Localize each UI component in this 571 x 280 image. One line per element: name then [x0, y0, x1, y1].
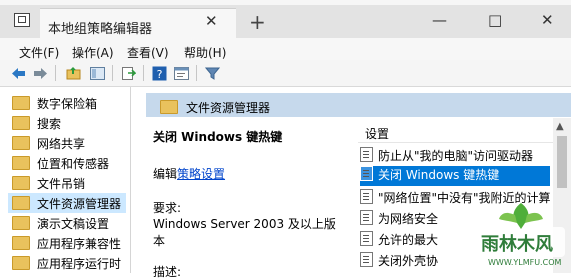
settings-column-label: 设置: [365, 127, 390, 141]
folder-icon: [160, 100, 178, 114]
tab-close-icon[interactable]: ✕: [205, 13, 218, 29]
folder-icon: [12, 176, 30, 190]
folder-icon: [12, 256, 30, 270]
svg-text:?: ?: [157, 68, 163, 81]
tree-item-digital-locker[interactable]: 数字保险箱: [12, 95, 97, 115]
close-button[interactable]: ✕: [541, 12, 554, 28]
watermark-text: 雨林木风: [481, 234, 553, 255]
minimize-button[interactable]: —: [432, 12, 447, 28]
maximize-button[interactable]: □: [488, 12, 502, 28]
setting-row-selected[interactable]: 关闭 Windows 键热键: [360, 166, 550, 186]
requirements-label: 要求:: [153, 201, 182, 215]
up-folder-icon[interactable]: [66, 66, 81, 81]
tree-item-app-runtime[interactable]: 应用程序运行时: [12, 255, 121, 275]
policy-icon: [360, 231, 373, 246]
tree-item-search[interactable]: 搜索: [12, 115, 61, 135]
policy-icon: [360, 210, 373, 225]
description-title: 关闭 Windows 键热键: [153, 130, 283, 144]
menu-view[interactable]: 查看(V): [127, 44, 169, 61]
folder-icon: [12, 156, 30, 170]
setting-row[interactable]: 为网络安全: [360, 210, 472, 230]
content-header-title: 文件资源管理器: [186, 101, 271, 115]
tree-item-file-explorer[interactable]: 文件资源管理器: [8, 193, 126, 213]
folder-icon: [12, 96, 30, 110]
tree-item-network-sharing[interactable]: 网络共享: [12, 135, 85, 155]
forward-arrow-icon[interactable]: [33, 66, 48, 81]
new-tab-button[interactable]: +: [249, 12, 266, 32]
menu-file[interactable]: 文件(F): [19, 44, 59, 61]
folder-icon: [12, 236, 30, 250]
tree-item-presentation-settings[interactable]: 演示文稿设置: [12, 215, 109, 235]
requirements-value: Windows Server 2003 及以上版: [153, 217, 336, 231]
setting-row[interactable]: 防止从"我的电脑"访问驱动器: [360, 147, 550, 167]
scroll-thumb[interactable]: [557, 136, 567, 188]
policy-icon: [360, 147, 373, 162]
setting-row[interactable]: 允许的最大: [360, 231, 472, 251]
settings-column-header[interactable]: [358, 117, 571, 143]
watermark-url: WWW.YLMFU.COM: [488, 258, 562, 267]
description-label: 描述:: [153, 265, 182, 279]
export-list-icon[interactable]: [121, 66, 136, 81]
tree-item-app-compatibility[interactable]: 应用程序兼容性: [12, 235, 121, 255]
scroll-up-icon[interactable]: ▲: [556, 121, 564, 132]
toolbar: [0, 60, 571, 87]
policy-icon: [360, 166, 373, 181]
tree-item-file-revocation[interactable]: 文件吊销: [12, 175, 85, 195]
menu-action[interactable]: 操作(A): [72, 44, 114, 61]
setting-row[interactable]: 关闭外壳协: [360, 252, 472, 272]
folder-icon: [12, 196, 30, 210]
folder-icon: [12, 116, 30, 130]
requirements-value-continued: 本: [153, 234, 166, 248]
edit-policy-line: 编辑策略设置: [153, 167, 226, 181]
toolbar-separator: [143, 65, 144, 81]
tree-item-location-sensors[interactable]: 位置和传感器: [12, 155, 109, 175]
toolbar-separator: [112, 65, 113, 81]
help-icon[interactable]: ?: [152, 66, 167, 81]
properties-icon[interactable]: [174, 66, 189, 81]
toolbar-separator: [196, 65, 197, 81]
edit-policy-link[interactable]: 策略设置: [177, 167, 225, 181]
back-arrow-icon[interactable]: [11, 66, 26, 81]
folder-icon: [12, 136, 30, 150]
menu-help[interactable]: 帮助(H): [184, 44, 226, 61]
window-icon: [14, 13, 30, 27]
policy-icon: [360, 252, 373, 267]
tab-title: 本地组策略编辑器: [48, 22, 153, 37]
show-hide-tree-icon[interactable]: [90, 66, 105, 81]
toolbar-separator: [55, 65, 56, 81]
policy-icon: [360, 189, 373, 204]
folder-icon: [12, 216, 30, 230]
filter-icon[interactable]: [205, 66, 220, 81]
